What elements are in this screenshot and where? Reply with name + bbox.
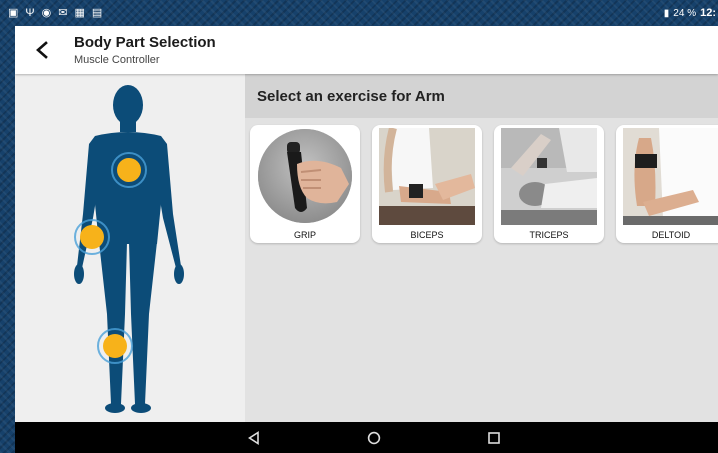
marker-thigh[interactable]	[97, 328, 133, 364]
deltoid-image	[623, 128, 718, 225]
usb-icon: Ψ	[25, 6, 35, 19]
app-bar: Body Part Selection Muscle Controller	[15, 26, 718, 74]
nav-back-button[interactable]	[245, 429, 263, 447]
nav-home-button[interactable]	[365, 429, 383, 447]
back-button[interactable]	[27, 35, 57, 65]
home-circle-icon	[367, 431, 381, 445]
app-icon: ▤	[91, 6, 103, 19]
status-bar: ▣ Ψ ◉ ✉ ▦ ▤ ▮ 24 % 12:	[0, 0, 718, 26]
navigation-bar	[15, 422, 718, 453]
human-silhouette	[74, 85, 184, 413]
exercise-prompt-bar: Select an exercise for Arm	[245, 74, 718, 118]
recents-square-icon	[488, 432, 500, 444]
exercise-label: GRIP	[293, 230, 316, 240]
exercise-card-grip[interactable]: GRIP	[250, 125, 360, 243]
exercise-label: TRICEPS	[529, 230, 569, 240]
exercise-card-deltoid[interactable]: DELTOID	[616, 125, 718, 243]
body-panel	[15, 74, 245, 422]
nav-recents-button[interactable]	[485, 429, 503, 447]
marker-chest[interactable]	[111, 152, 147, 188]
exercise-prompt: Select an exercise for Arm	[257, 87, 445, 105]
back-triangle-icon	[248, 431, 259, 445]
clock: 12:	[700, 7, 716, 19]
exercise-label: BICEPS	[410, 230, 444, 240]
marker-arm[interactable]	[74, 219, 110, 255]
back-arrow-icon	[36, 41, 48, 59]
exercise-card-biceps[interactable]: BICEPS	[372, 125, 482, 243]
triceps-image	[501, 128, 597, 225]
gallery-icon: ▣	[8, 6, 19, 19]
exercise-card-triceps[interactable]: TRICEPS	[494, 125, 604, 243]
biceps-image	[379, 128, 475, 225]
page-title: Body Part Selection	[74, 34, 216, 51]
app-window: Body Part Selection Muscle Controller Se…	[15, 26, 718, 422]
battery-icon: ▮	[663, 7, 670, 19]
mail-icon: ✉	[58, 6, 68, 19]
exercise-panel: Select an exercise for Arm GRIP BICEPS T…	[245, 74, 718, 422]
exercise-label: DELTOID	[651, 230, 691, 240]
battery-level: 24 %	[673, 7, 697, 19]
qr-icon: ▦	[74, 6, 85, 19]
grip-image	[258, 129, 352, 223]
status-right: ▮ 24 % 12:	[664, 7, 716, 19]
page-subtitle: Muscle Controller	[74, 54, 160, 66]
chrome-icon: ◉	[41, 6, 52, 19]
body-figure	[74, 85, 184, 413]
title-block: Body Part Selection Muscle Controller	[74, 34, 216, 66]
exercise-cards: GRIP BICEPS TRICEPS DELTOID	[250, 125, 718, 243]
notification-icons: ▣ Ψ ◉ ✉ ▦ ▤	[8, 6, 103, 19]
